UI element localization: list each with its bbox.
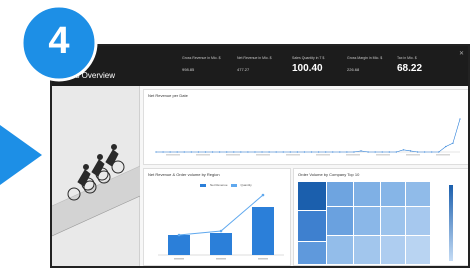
- x-tick-label: [286, 154, 300, 156]
- x-tick-label: [406, 154, 420, 156]
- treemap-cell: [354, 236, 380, 264]
- kpi-label: Sales Quantity in T $: [292, 56, 325, 60]
- treemap-cell: [354, 182, 380, 206]
- treemap-cell: [406, 236, 430, 264]
- kpi-tax[interactable]: Tax in Mio. $ 68.22: [397, 56, 449, 74]
- treemap-cell: [354, 207, 380, 235]
- x-tick-label: [166, 154, 180, 156]
- kpi-label: Tax in Mio. $: [397, 56, 417, 60]
- quantity-line: [178, 194, 264, 236]
- kpi-value: 100.40: [292, 63, 323, 74]
- cyclists-image: [52, 144, 141, 237]
- net-revenue-card[interactable]: Net Revenue per Date: [143, 89, 468, 165]
- treemap-cell: [298, 211, 326, 241]
- shell-header: Orders Overview ✕ Gross Revenue in Mio. …: [52, 46, 468, 86]
- quantity-point: [177, 233, 181, 237]
- net-revenue-line-chart: [155, 118, 461, 156]
- x-tick-label: [216, 258, 226, 260]
- treemap-cell: [298, 182, 326, 210]
- app-screenshot: Orders Overview ✕ Gross Revenue in Mio. …: [50, 44, 470, 268]
- x-tick-label: [258, 258, 268, 260]
- treemap-cell: [381, 236, 405, 264]
- x-tick-label: [196, 154, 210, 156]
- treemap-cell: [298, 242, 326, 264]
- treemap-cell: [327, 207, 353, 235]
- bar: [252, 207, 274, 255]
- hero-image-panel: [52, 86, 141, 266]
- quantity-point: [261, 193, 265, 197]
- kpi-label: Gross Margin in Mio. $: [347, 56, 383, 60]
- step-arrow: [0, 125, 42, 185]
- kpi-sales-quantity[interactable]: Sales Quantity in T $ 100.40: [292, 56, 344, 74]
- kpi-value: 998.85: [182, 67, 195, 72]
- color-scale: [449, 185, 453, 261]
- kpi-label: Net Revenue in Mio. $: [237, 56, 272, 60]
- kpi-gross-margin[interactable]: Gross Margin in Mio. $ 226.68: [347, 56, 399, 72]
- x-tick-label: [256, 154, 270, 156]
- kpi-value: 477.27: [237, 67, 250, 72]
- x-tick-label: [226, 154, 240, 156]
- kpi-label: Gross Revenue in Mio. $: [182, 56, 221, 60]
- bar: [168, 235, 190, 255]
- x-tick-label: [174, 258, 184, 260]
- treemap-cell: [406, 207, 430, 235]
- step-number: 4: [48, 20, 70, 62]
- close-icon[interactable]: ✕: [459, 50, 464, 57]
- treemap-cell: [381, 207, 405, 235]
- quantity-point: [219, 229, 223, 233]
- x-tick-label: [316, 154, 330, 156]
- step-badge: 4: [18, 2, 100, 84]
- kpi-value: 226.68: [347, 67, 360, 72]
- bar: [210, 233, 232, 255]
- x-tick-label: [436, 154, 450, 156]
- kpi-gross-revenue[interactable]: Gross Revenue in Mio. $ 998.85: [182, 56, 234, 72]
- kpi-net-revenue[interactable]: Net Revenue in Mio. $ 477.27: [237, 56, 289, 72]
- region-bar-chart: [158, 193, 284, 260]
- company-treemap: [298, 182, 453, 264]
- treemap-cell: [327, 236, 353, 264]
- revenue-line: [156, 118, 461, 153]
- x-tick-label: [376, 154, 390, 156]
- x-tick-label: [346, 154, 360, 156]
- treemap-cell: [327, 182, 353, 206]
- treemap-cell: [406, 182, 430, 206]
- company-treemap-card[interactable]: Order Volume by Company Top 10: [293, 168, 468, 266]
- kpi-value: 68.22: [397, 63, 423, 74]
- region-bar-card[interactable]: Net Revenue & Order volume by Region Net…: [143, 168, 291, 266]
- treemap-cell: [381, 182, 405, 206]
